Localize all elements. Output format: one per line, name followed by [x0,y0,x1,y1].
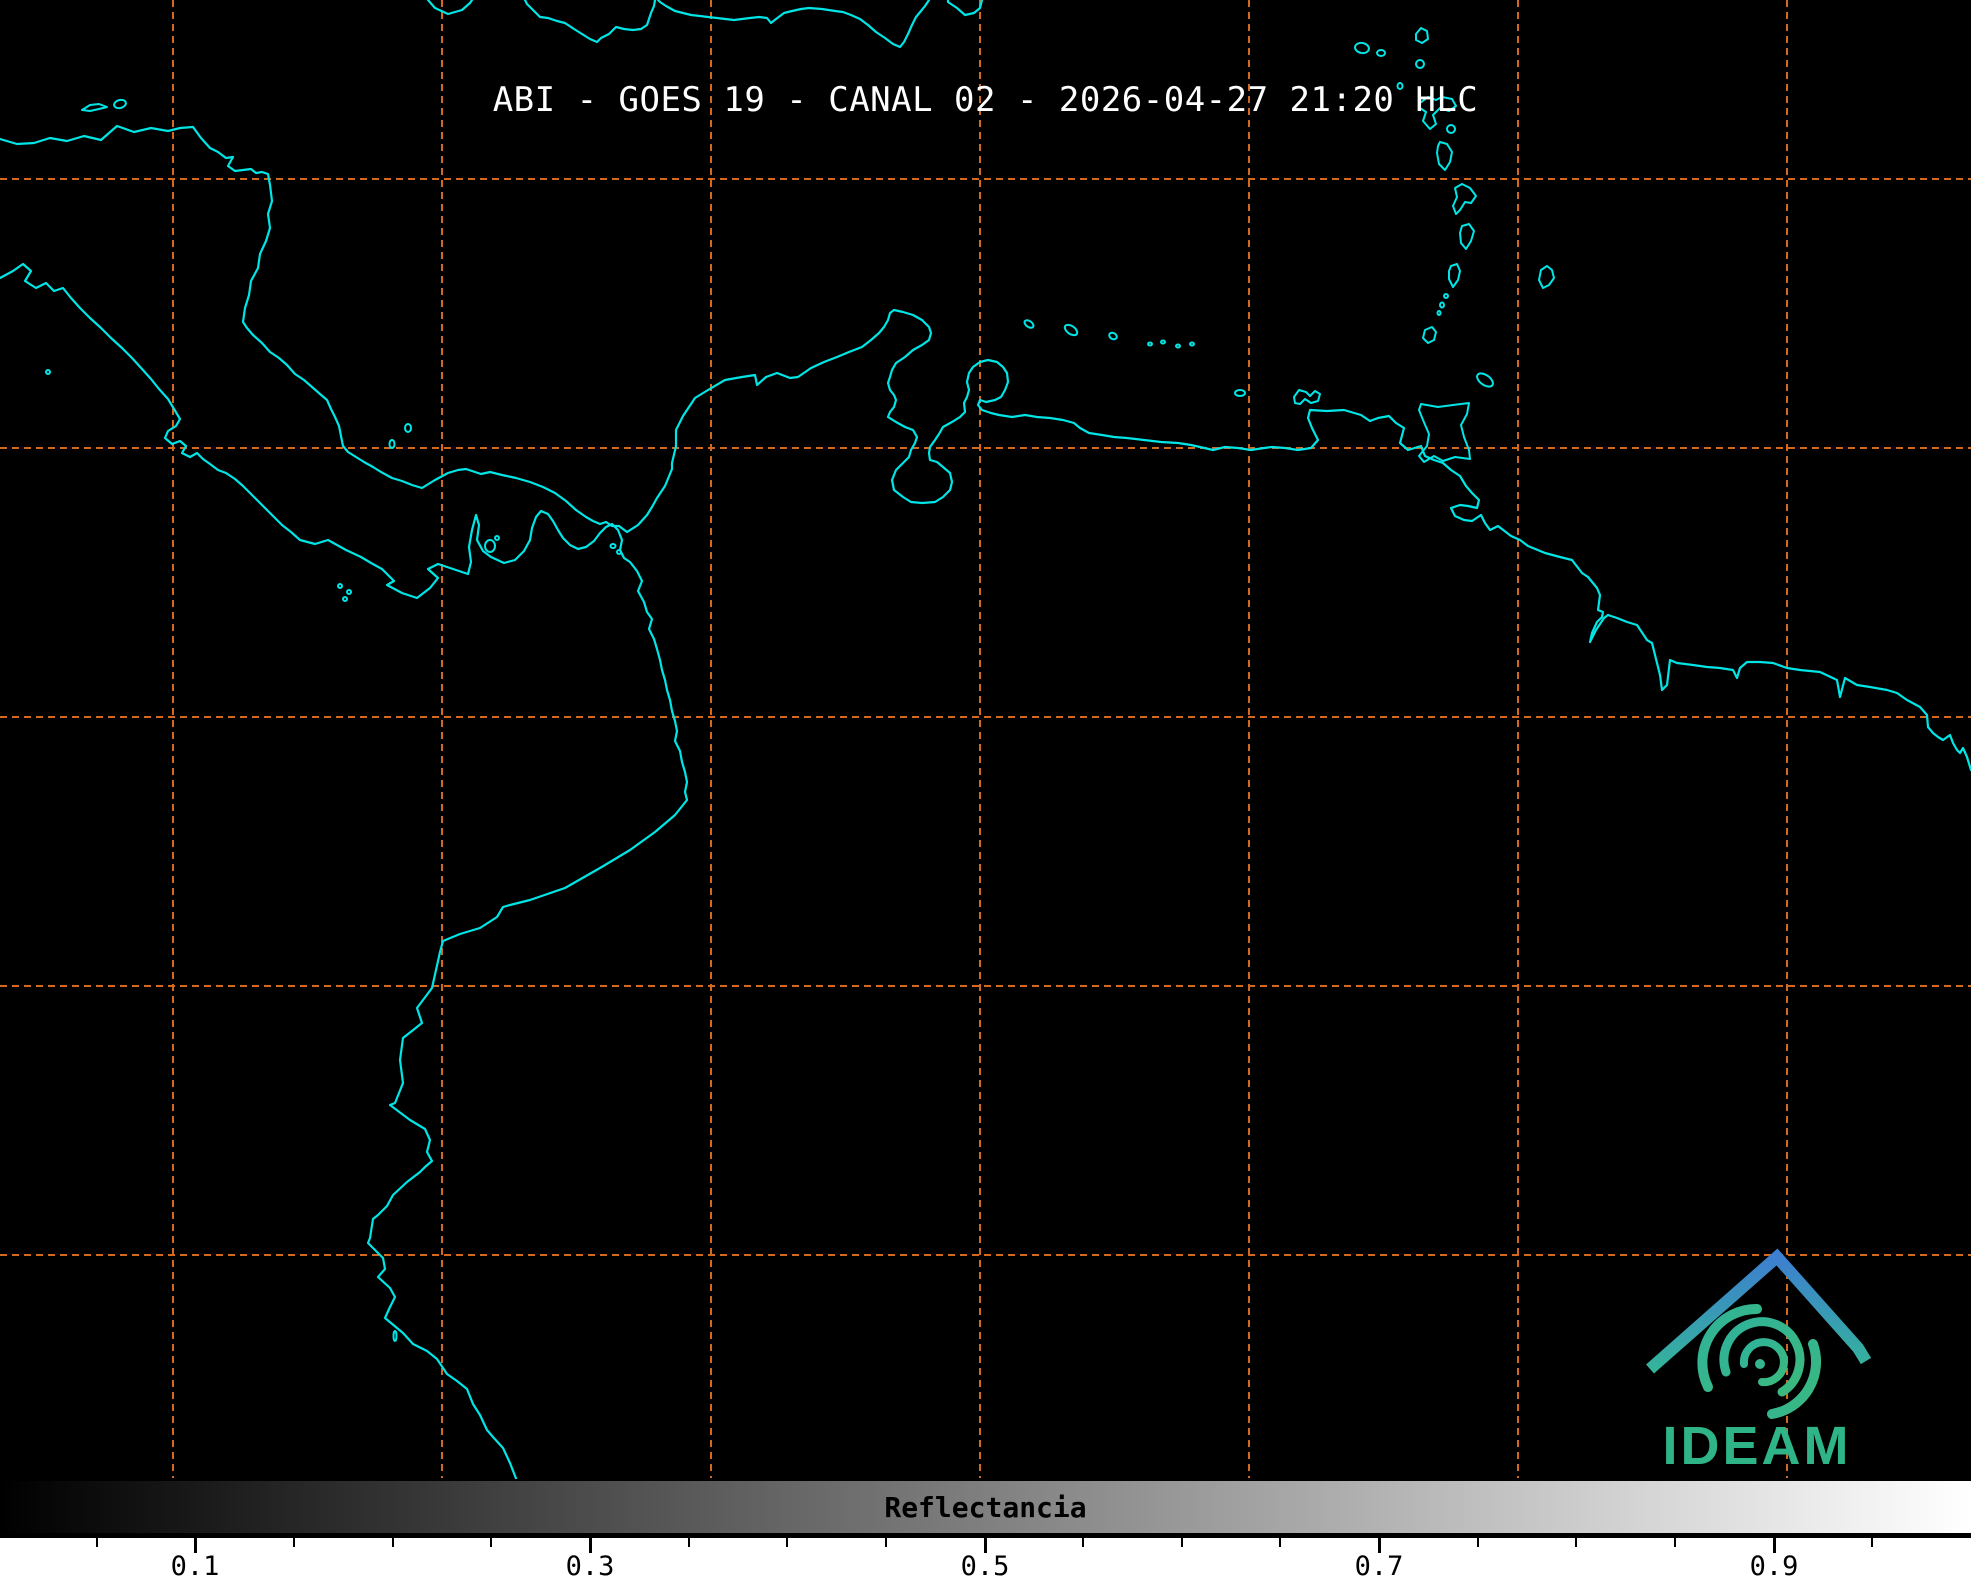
island-la-tortuga [1235,390,1245,396]
colorbar-tick-label: 0.7 [1355,1551,1404,1577]
logo-text: IDEAM [1663,1416,1852,1476]
island-providencia [405,424,411,432]
colorbar-minor-tick [688,1538,690,1547]
colorbar-minor-tick [786,1538,788,1547]
colorbar-tick-label: 0.1 [171,1551,220,1577]
island-aruba [1023,319,1035,330]
island-martinique [1453,184,1476,214]
satellite-image-viewport: IDEAM ABI - GOES 19 - CANAL 02 - 2026-04… [0,0,1971,1577]
island-grenadine-2 [1440,303,1444,308]
colorbar-tick-label: 0.5 [961,1551,1010,1577]
island-los-roques-2 [1161,341,1165,344]
island-antigua [1416,28,1428,43]
island-trinidad [1419,403,1470,462]
logo-hurricane-spiral-icon [1702,1309,1816,1414]
island-chiriqui-2 [347,590,351,594]
island-los-roques-1 [1148,343,1152,346]
island-tobago [1475,371,1495,390]
colorbar-axis: 0.1 0.3 0.5 0.7 0.9 [0,1538,1971,1577]
island-curacao [1063,323,1079,338]
colorbar-minor-tick [1575,1538,1577,1547]
island-pearl-2 [617,550,621,554]
colorbar-minor-tick [885,1538,887,1547]
island-grenadine-1 [1444,294,1448,298]
island-st-martin [1354,42,1370,54]
colorbar-minor-tick [96,1538,98,1547]
island-barbados [1539,266,1554,288]
colorbar-minor-tick [293,1538,295,1547]
graticule-grid [0,0,1971,1478]
island-los-roques-4 [1190,343,1194,346]
island-margarita [1294,390,1320,404]
colorbar-minor-tick [1181,1538,1183,1547]
island-los-roques-3 [1176,345,1180,348]
island-barbuda [1377,50,1385,56]
colorbar-minor-tick [1674,1538,1676,1547]
island-san-andres [390,440,395,448]
island-tumaco-islet [394,1331,397,1341]
island-chiriqui-4 [495,536,499,540]
island-bonaire [1108,331,1118,340]
colorbar-minor-tick [490,1538,492,1547]
coastline-hispaniola-east-coast [948,0,982,15]
island-dominica [1437,142,1452,170]
colorbar-minor-tick [1871,1538,1873,1547]
coastline-jamaica-coast [525,0,655,42]
colorbar-minor-tick [1082,1538,1084,1547]
island-montserrat [1416,60,1424,68]
island-chiriqui-3 [343,597,347,601]
island-pacific-islet [46,370,50,374]
island-chiriqui-1 [338,584,342,588]
coastline-hispaniola-south-coast [658,0,929,47]
colorbar-minor-tick [1279,1538,1281,1547]
colorbar-minor-tick [392,1538,394,1547]
colorbar-label: Reflectancia [0,1491,1971,1524]
island-st-lucia [1460,224,1474,249]
colorbar-minor-tick [1477,1538,1479,1547]
island-marie-galante [1447,125,1455,133]
island-grenadine-3 [1438,311,1441,315]
islands [46,28,1554,1341]
image-title: ABI - GOES 19 - CANAL 02 - 2026-04-27 21… [0,80,1971,120]
colorbar-tick-label: 0.3 [566,1551,615,1577]
island-coiba [485,540,495,552]
coastlines [0,0,1971,1479]
island-st-vincent [1449,264,1460,287]
map-canvas: IDEAM [0,0,1971,1479]
colorbar-tick-label: 0.9 [1750,1551,1799,1577]
island-grenada [1423,327,1436,343]
ideam-logo: IDEAM [1650,1257,1866,1476]
island-pearl-1 [611,544,616,548]
coastline-cuba-southeast-tip [428,0,472,14]
